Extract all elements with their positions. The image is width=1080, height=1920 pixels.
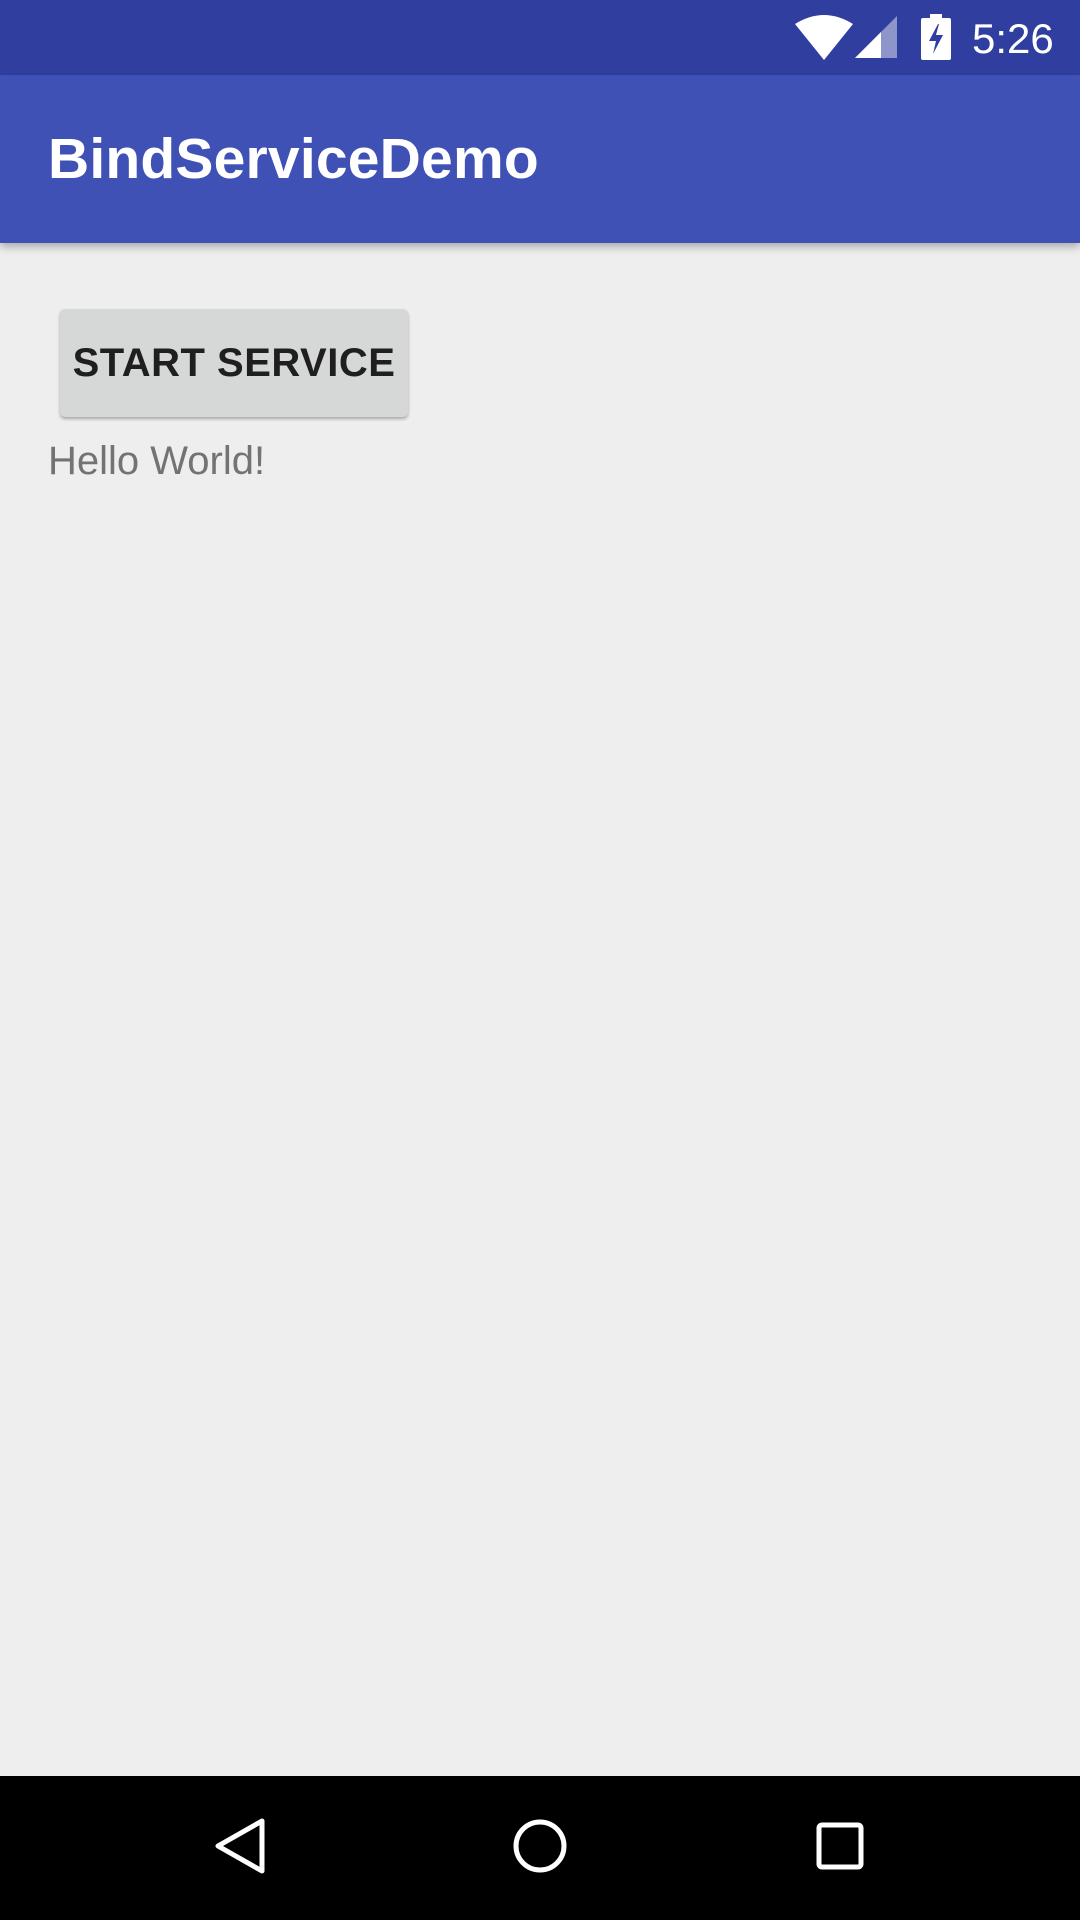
back-icon bbox=[212, 1816, 268, 1881]
recents-button[interactable] bbox=[790, 1798, 890, 1898]
status-clock: 5:26 bbox=[972, 15, 1054, 62]
battery-charging-icon bbox=[921, 14, 951, 60]
main-content: START SERVICE Hello World! bbox=[0, 243, 1080, 1776]
home-button[interactable] bbox=[490, 1798, 590, 1898]
status-bar: 5:26 bbox=[0, 0, 1080, 75]
cellular-signal-icon bbox=[855, 16, 897, 58]
back-button[interactable] bbox=[190, 1798, 290, 1898]
home-icon bbox=[512, 1818, 568, 1879]
hello-text: Hello World! bbox=[48, 439, 266, 483]
wifi-icon bbox=[794, 14, 854, 60]
app-title: BindServiceDemo bbox=[48, 127, 539, 191]
app-bar: BindServiceDemo bbox=[0, 75, 1080, 243]
start-service-button[interactable]: START SERVICE bbox=[60, 309, 408, 417]
recents-icon bbox=[815, 1821, 865, 1876]
navigation-bar bbox=[0, 1776, 1080, 1920]
